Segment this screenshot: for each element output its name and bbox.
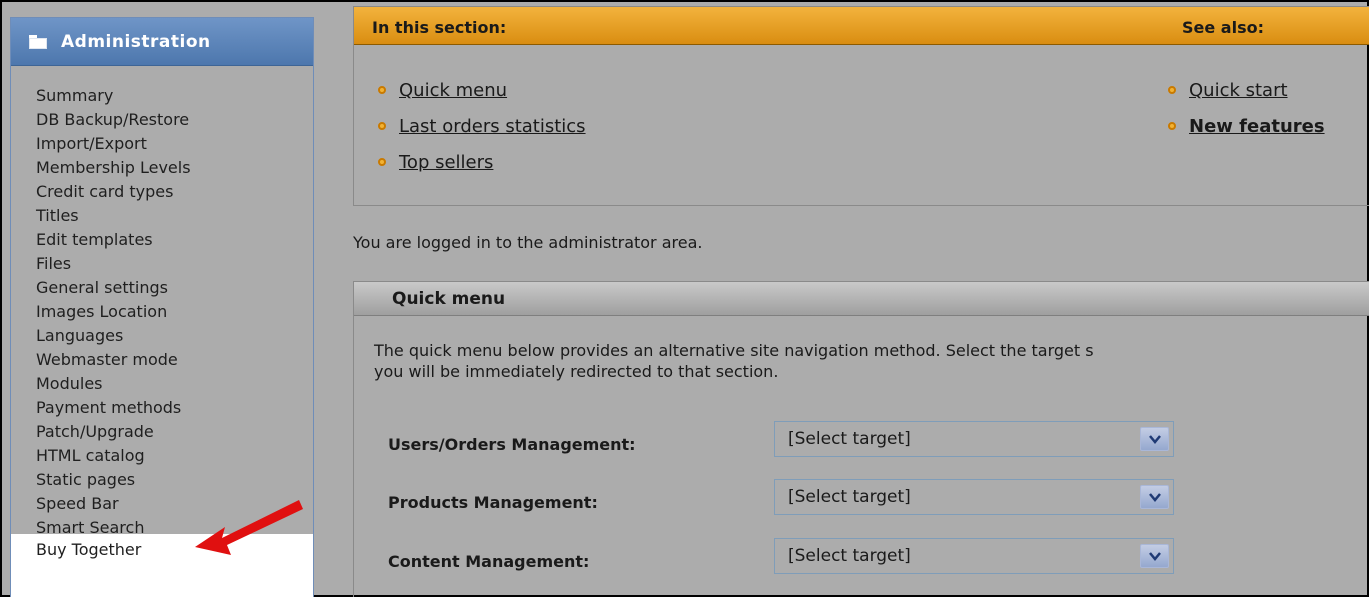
in-this-section-panel: In this section: See also: Quick menu La… [353,6,1369,206]
sidebar-item-languages[interactable]: Languages [11,324,313,348]
sidebar-menu: Summary DB Backup/Restore Import/Export … [11,66,313,540]
folder-icon [29,34,47,49]
red-arrow-icon [195,500,303,555]
quick-menu-description: The quick menu below provides an alterna… [374,340,1369,382]
sidebar-item-modules[interactable]: Modules [11,372,313,396]
section-link-item: Top sellers [378,144,586,180]
sidebar-item-buy-together[interactable]: Buy Together [36,540,141,559]
chevron-down-icon [1149,552,1161,561]
sidebar-item-files[interactable]: Files [11,252,313,276]
quick-menu-description-line: The quick menu below provides an alterna… [374,341,1094,360]
bullet-icon [378,158,386,166]
bullet-icon [378,122,386,130]
products-management-label: Products Management: [388,493,598,512]
sidebar-item-static-pages[interactable]: Static pages [11,468,313,492]
sidebar-item-images-location[interactable]: Images Location [11,300,313,324]
top-sellers-link[interactable]: Top sellers [399,152,493,173]
sidebar-item-titles[interactable]: Titles [11,204,313,228]
quick-menu-panel: Quick menu The quick menu below provides… [353,281,1369,597]
last-orders-statistics-link[interactable]: Last orders statistics [399,116,586,137]
login-status-text: You are logged in to the administrator a… [353,233,703,252]
bullet-icon [1168,122,1176,130]
section-link-item: Quick menu [378,72,586,108]
see-also-links: Quick start New features [1168,72,1325,144]
select-value: [Select target] [788,429,911,449]
dropdown-button[interactable] [1140,427,1169,451]
sidebar-item-general-settings[interactable]: General settings [11,276,313,300]
chevron-down-icon [1149,435,1161,444]
sidebar-item-payment-methods[interactable]: Payment methods [11,396,313,420]
sidebar-item-webmaster-mode[interactable]: Webmaster mode [11,348,313,372]
dropdown-button[interactable] [1140,544,1169,568]
sidebar-item-credit-card-types[interactable]: Credit card types [11,180,313,204]
bullet-icon [1168,86,1176,94]
sidebar-header: Administration [11,18,313,66]
sidebar-item-html-catalog[interactable]: HTML catalog [11,444,313,468]
quick-menu-title: Quick menu [392,289,506,309]
content-management-label: Content Management: [388,552,590,571]
content-management-row: Content Management: [Select target] [388,538,1188,578]
users-orders-management-label: Users/Orders Management: [388,435,636,454]
sidebar-item-import-export[interactable]: Import/Export [11,132,313,156]
sidebar-item-edit-templates[interactable]: Edit templates [11,228,313,252]
new-features-link[interactable]: New features [1189,116,1325,137]
select-value: [Select target] [788,546,911,566]
sidebar-item-db-backup-restore[interactable]: DB Backup/Restore [11,108,313,132]
quick-menu-header: Quick menu [354,282,1369,316]
quick-menu-description-line: you will be immediately redirected to th… [374,362,779,381]
users-orders-management-select[interactable]: [Select target] [774,421,1174,457]
see-also-link-item: Quick start [1168,72,1325,108]
see-also-title: See also: [1182,18,1264,37]
users-orders-management-row: Users/Orders Management: [Select target] [388,421,1188,461]
chevron-down-icon [1149,493,1161,502]
section-links: Quick menu Last orders statistics Top se… [378,72,586,180]
quick-menu-link[interactable]: Quick menu [399,80,507,101]
section-link-item: Last orders statistics [378,108,586,144]
bullet-icon [378,86,386,94]
sidebar-item-summary[interactable]: Summary [11,84,313,108]
sidebar-item-patch-upgrade[interactable]: Patch/Upgrade [11,420,313,444]
dropdown-button[interactable] [1140,485,1169,509]
section-header-bar: In this section: See also: [354,7,1369,45]
select-value: [Select target] [788,487,911,507]
products-management-row: Products Management: [Select target] [388,479,1188,519]
products-management-select[interactable]: [Select target] [774,479,1174,515]
sidebar-title: Administration [61,31,211,52]
in-this-section-title: In this section: [372,18,507,37]
content-management-select[interactable]: [Select target] [774,538,1174,574]
see-also-link-item: New features [1168,108,1325,144]
sidebar-item-membership-levels[interactable]: Membership Levels [11,156,313,180]
quick-start-link[interactable]: Quick start [1189,80,1288,101]
